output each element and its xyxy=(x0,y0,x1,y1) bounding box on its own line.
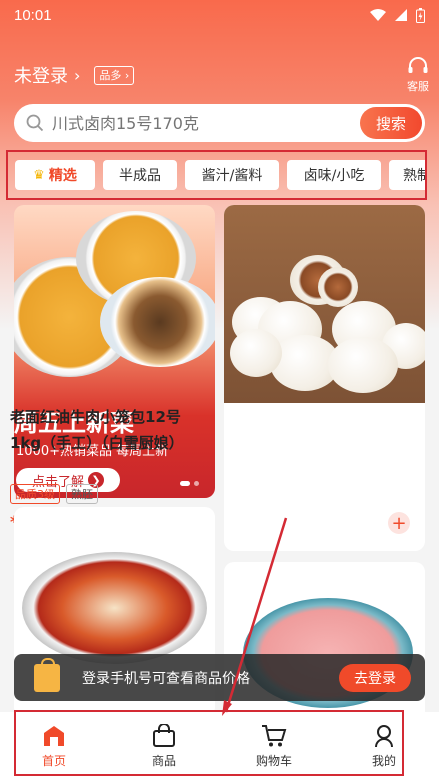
go-login-button[interactable]: 去登录 xyxy=(339,663,411,692)
status-time: 10:01 xyxy=(14,6,52,24)
status-bar: 10:01 xyxy=(0,0,439,30)
bun-image xyxy=(230,329,282,377)
crown-icon: ♛ xyxy=(33,167,45,183)
tab-sauces[interactable]: 酱汁/酱料 xyxy=(185,160,279,190)
home-icon xyxy=(44,726,64,746)
search-bar: 搜索 xyxy=(14,104,425,142)
status-icons xyxy=(370,7,425,23)
nav-products[interactable]: 商品 xyxy=(129,724,199,769)
tab-semi-finished[interactable]: 半成品 xyxy=(103,160,177,190)
carousel-dot xyxy=(194,481,199,486)
bag-icon xyxy=(153,724,175,747)
signal-icon xyxy=(370,9,386,21)
carousel-dot xyxy=(180,481,190,486)
search-button[interactable]: 搜索 xyxy=(360,107,422,139)
customer-service-button[interactable]: 客服 xyxy=(407,56,429,94)
battery-icon xyxy=(416,7,425,23)
service-label: 客服 xyxy=(407,80,429,93)
tab-braised-snacks[interactable]: 卤味/小吃 xyxy=(287,160,381,190)
nav-label: 购物车 xyxy=(255,754,292,768)
product-name: 老面红油牛肉小笼包12号1kg（手工）（白雪厨娘） xyxy=(10,408,184,452)
more-badge[interactable]: 品多 › xyxy=(94,65,135,85)
banner-dish-image xyxy=(100,277,215,367)
category-tabs: ♛ 精选 半成品 酱汁/酱料 卤味/小吃 熟制 xyxy=(6,150,427,200)
product-card[interactable] xyxy=(224,205,425,551)
nav-label: 商品 xyxy=(151,754,176,768)
cellular-icon xyxy=(395,9,407,21)
tab-cooked[interactable]: 熟制 xyxy=(389,160,425,190)
shopping-bag-icon xyxy=(34,657,60,692)
nav-profile[interactable]: 我的 xyxy=(349,724,419,769)
nav-label: 首页 xyxy=(41,754,66,768)
nav-home[interactable]: 首页 xyxy=(19,724,89,769)
bun-image xyxy=(318,267,358,307)
cart-icon xyxy=(262,725,287,747)
search-icon xyxy=(26,114,44,132)
header: 未登录 › 品多 › 客服 xyxy=(14,56,429,94)
more-badge-label: 品多 xyxy=(99,68,122,82)
add-to-cart-button[interactable]: + xyxy=(388,512,410,534)
tab-label: 精选 xyxy=(48,168,77,184)
product-tags: 品质3级 熟胚 xyxy=(10,484,98,504)
nav-label: 我的 xyxy=(371,754,396,768)
quality-tag: 品质3级 xyxy=(10,484,60,504)
bun-image xyxy=(328,337,398,393)
chevron-right-icon: › xyxy=(74,65,81,85)
nav-cart[interactable]: 购物车 xyxy=(239,724,309,769)
type-tag: 熟胚 xyxy=(66,484,98,504)
tab-featured[interactable]: ♛ 精选 xyxy=(15,160,95,190)
login-status-link[interactable]: 未登录 xyxy=(14,62,68,88)
search-input[interactable] xyxy=(52,113,360,133)
dish-bowl-image xyxy=(22,552,207,664)
login-prompt-toast: 登录手机号可查看商品价格 去登录 xyxy=(14,654,425,701)
product-image xyxy=(224,205,425,403)
toast-message: 登录手机号可查看商品价格 xyxy=(82,670,250,687)
carousel-dots xyxy=(180,481,199,486)
user-icon xyxy=(375,725,393,748)
headset-icon xyxy=(408,57,428,73)
